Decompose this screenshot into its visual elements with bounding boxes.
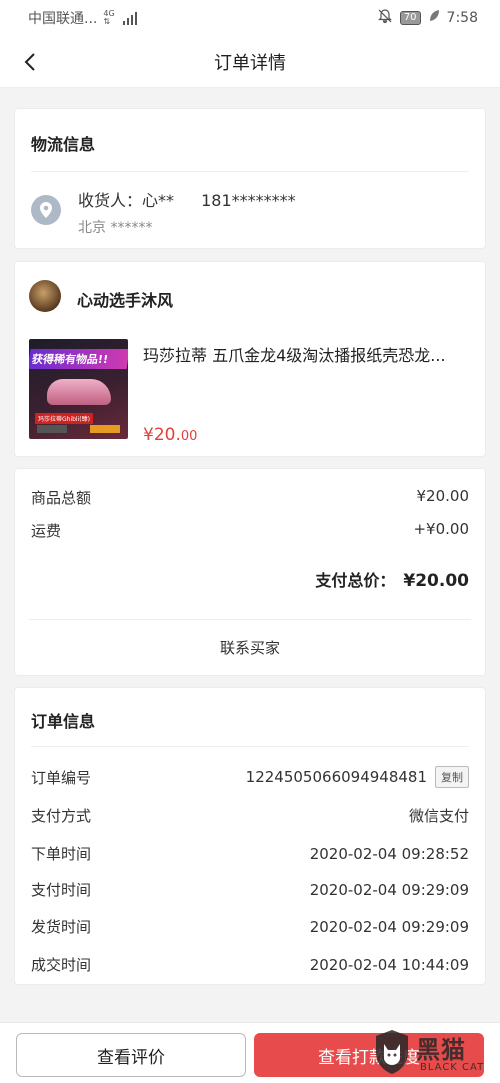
seller-name[interactable]: 心动选手沐风	[77, 287, 173, 311]
status-left: 中国联通... 4G ⇅	[28, 8, 137, 28]
signal-icon	[122, 11, 137, 25]
total-value: ¥20.00	[403, 571, 469, 591]
page-title: 订单详情	[214, 52, 286, 74]
order-number-row: 订单编号 1224505066094948481 复制	[31, 766, 469, 788]
divider	[29, 619, 471, 620]
product-name[interactable]: 玛莎拉蒂 五爪金龙4级淘汰播报纸壳恐龙...	[143, 342, 473, 366]
price-summary-card: 商品总额 ¥20.00 运费 +¥0.00 支付总价： ¥20.00 联系买家	[14, 468, 486, 676]
order-number-label: 订单编号	[31, 768, 92, 787]
goods-total-label: 商品总额	[31, 489, 92, 507]
bottom-action-bar: 查看评价 查看打款进度	[0, 1022, 500, 1083]
ship-time-label: 发货时间	[31, 918, 92, 936]
thumbnail-banner: 获得稀有物品!!	[29, 349, 128, 369]
contact-buyer-button[interactable]: 联系买家	[15, 637, 485, 658]
network-type: 4G ⇅	[103, 9, 115, 26]
goods-total-value: ¥20.00	[416, 487, 470, 505]
receiver-address: 北京 ******	[78, 220, 153, 236]
product-thumbnail[interactable]: 获得稀有物品!! 玛莎拉蒂Ghibli(臻)	[29, 339, 128, 439]
order-info-card: 订单信息 订单编号 1224505066094948481 复制 支付方式 微信…	[14, 687, 486, 985]
location-pin-icon	[31, 195, 61, 225]
shipping-label: 运费	[31, 522, 62, 540]
payment-time-value: 2020-02-04 09:29:09	[309, 880, 469, 899]
product-price: ¥20.00	[143, 425, 198, 445]
car-image	[47, 379, 111, 405]
status-right: 70 7:58	[377, 8, 478, 28]
total-price: 支付总价： ¥20.00	[315, 567, 469, 591]
view-payment-progress-button[interactable]: 查看打款进度	[254, 1033, 484, 1077]
payment-method-row: 支付方式 微信支付	[31, 805, 469, 826]
logistics-card: 物流信息 收货人：心** 181******** 北京 ******	[14, 108, 486, 249]
back-button[interactable]	[18, 50, 42, 74]
order-time-value: 2020-02-04 09:28:52	[309, 844, 469, 863]
receiver-info: 收货人：心** 181********	[78, 187, 296, 211]
view-review-button[interactable]: 查看评价	[16, 1033, 246, 1077]
payment-time-label: 支付时间	[31, 881, 92, 899]
deal-time-label: 成交时间	[31, 956, 92, 974]
deal-time-value: 2020-02-04 10:44:09	[309, 955, 469, 974]
leaf-icon	[428, 9, 440, 27]
order-info-title: 订单信息	[31, 712, 96, 731]
order-number-value: 1224505066094948481	[245, 768, 427, 786]
order-time-row: 下单时间 2020-02-04 09:28:52	[31, 843, 469, 864]
ship-time-row: 发货时间 2020-02-04 09:29:09	[31, 916, 469, 937]
thumbnail-button-right	[90, 425, 120, 433]
logistics-title: 物流信息	[31, 135, 96, 154]
status-bar: 中国联通... 4G ⇅ 70 7:58	[0, 0, 500, 36]
shipping-row: 运费 +¥0.00	[31, 520, 469, 541]
thumbnail-button-left	[37, 425, 67, 433]
product-card: 心动选手沐风 获得稀有物品!! 玛莎拉蒂Ghibli(臻) 玛莎拉蒂 五爪金龙4…	[14, 261, 486, 457]
payment-method-label: 支付方式	[31, 807, 92, 825]
thumbnail-label: 玛莎拉蒂Ghibli(臻)	[35, 413, 93, 424]
payment-method-value: 微信支付	[408, 807, 469, 825]
divider	[31, 746, 469, 747]
ship-time-value: 2020-02-04 09:29:09	[309, 917, 469, 936]
clock-time: 7:58	[446, 10, 478, 26]
seller-avatar[interactable]	[29, 280, 61, 312]
chevron-left-icon	[24, 53, 35, 71]
copy-button[interactable]: 复制	[435, 766, 469, 788]
receiver-phone: 181********	[201, 191, 296, 210]
payment-time-row: 支付时间 2020-02-04 09:29:09	[31, 879, 469, 900]
receiver-name: 收货人：心**	[78, 191, 175, 210]
divider	[31, 171, 469, 172]
goods-total-row: 商品总额 ¥20.00	[31, 487, 469, 508]
battery-icon: 70	[399, 11, 421, 25]
order-time-label: 下单时间	[31, 845, 92, 863]
nav-bar: 订单详情	[0, 36, 500, 88]
carrier-name: 中国联通...	[28, 11, 98, 27]
shipping-value: +¥0.00	[413, 520, 469, 538]
total-label: 支付总价：	[315, 571, 396, 590]
deal-time-row: 成交时间 2020-02-04 10:44:09	[31, 954, 469, 975]
mute-icon	[377, 8, 393, 28]
